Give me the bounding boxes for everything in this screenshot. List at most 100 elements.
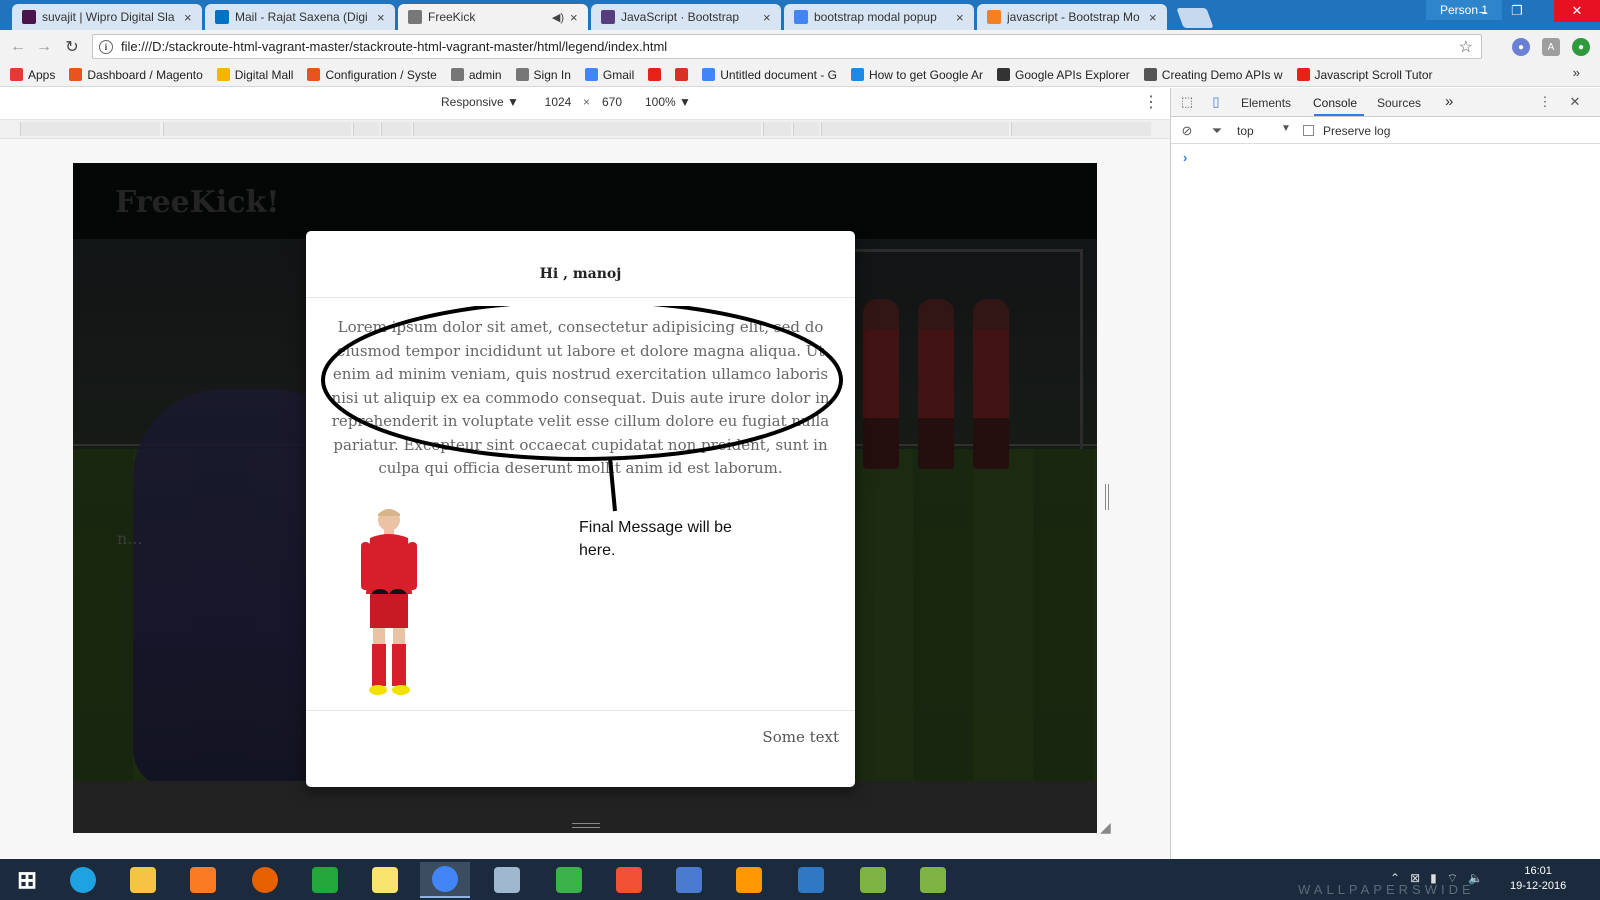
bookmark-star-icon[interactable]: ☆	[1459, 37, 1473, 57]
close-tab-icon[interactable]: ×	[763, 10, 773, 25]
minimize-button[interactable]: –	[1466, 0, 1500, 22]
tab-elements[interactable]: Elements	[1241, 96, 1291, 110]
bookmark-item[interactable]	[648, 68, 662, 81]
new-tab-button[interactable]	[1176, 8, 1214, 28]
audio-playing-icon[interactable]: ◀)	[552, 11, 564, 24]
resize-handle-bottom[interactable]	[572, 823, 600, 828]
devtools-menu-icon[interactable]: ⋮	[1537, 94, 1553, 110]
stackoverflow-icon	[987, 10, 1001, 24]
tab-title: FreeKick	[428, 10, 476, 24]
context-dropdown-icon[interactable]: ▼	[1281, 123, 1291, 134]
extension-icon[interactable]: A	[1542, 38, 1560, 56]
taskbar-app[interactable]	[604, 862, 654, 898]
context-selector[interactable]: top	[1237, 124, 1254, 138]
git-icon	[616, 867, 642, 893]
bookmark-item[interactable]: How to get Google Ar	[850, 67, 984, 82]
device-toggle-icon[interactable]: ▯	[1208, 94, 1224, 110]
more-bookmarks-icon[interactable]: »	[1573, 65, 1580, 80]
close-tab-icon[interactable]: ×	[956, 10, 966, 25]
filter-icon[interactable]: ⏷	[1209, 123, 1225, 139]
bookmark-item[interactable]: Google APIs Explorer	[997, 68, 1130, 82]
modal-body: Lorem ipsum dolor sit amet, consectetur …	[306, 298, 855, 710]
clock-time: 16:01	[1524, 865, 1552, 877]
bookmark-item[interactable]	[675, 68, 689, 81]
media-query-bar[interactable]	[0, 119, 1170, 139]
restore-button[interactable]: ❐	[1500, 0, 1534, 22]
reload-icon[interactable]: ↻	[62, 37, 82, 57]
bookmark-item[interactable]: Configuration / Syste	[307, 68, 437, 82]
active-tab-indicator	[1314, 114, 1364, 116]
viewport-height-input[interactable]: 670	[594, 93, 630, 111]
bookmark-item[interactable]: Untitled document - G	[702, 68, 837, 82]
taskbar-app[interactable]	[664, 862, 714, 898]
clear-console-icon[interactable]: ⊘	[1179, 123, 1195, 139]
clock[interactable]: 16:01 19-12-2016	[1510, 864, 1566, 894]
taskbar-app[interactable]	[848, 862, 898, 898]
taskbar-app[interactable]	[240, 862, 290, 898]
bookmark-label: Apps	[28, 67, 56, 82]
close-tab-icon[interactable]: ×	[1149, 10, 1159, 25]
more-tabs-icon[interactable]: »	[1445, 93, 1453, 110]
apps-grid-icon	[10, 68, 23, 81]
taskbar-app[interactable]	[420, 862, 470, 898]
taskbar-app[interactable]	[544, 862, 594, 898]
close-tab-icon[interactable]: ×	[184, 10, 194, 25]
devtools-panel: ⬚ ▯ Elements Console Sources » ⋮ ✕ ⊘ ⏷ t…	[1170, 88, 1600, 859]
bookmark-item[interactable]: Creating Demo APIs w	[1143, 67, 1283, 82]
bookmark-item[interactable]: admin	[450, 68, 502, 82]
console-prompt[interactable]: ›	[1183, 150, 1187, 165]
extension-icon[interactable]: ●	[1572, 38, 1590, 56]
modal-footer-text: Some text	[762, 728, 839, 746]
windows-start-icon: ⊞	[16, 866, 38, 894]
info-icon[interactable]: i	[99, 39, 113, 54]
bookmark-label: How to get Google Ar	[868, 67, 984, 82]
bookmark-item[interactable]: Apps	[10, 68, 55, 82]
forward-arrow-icon[interactable]: →	[34, 37, 54, 57]
bookmark-item[interactable]: Dashboard / Magento	[69, 68, 203, 82]
taskbar-app[interactable]	[178, 862, 228, 898]
extension-icon[interactable]: ●	[1512, 38, 1530, 56]
bookmark-label: Sign In	[533, 67, 571, 82]
device-menu-icon[interactable]: ⋮	[1143, 92, 1159, 112]
tab-console[interactable]: Console	[1313, 96, 1357, 110]
browser-tab[interactable]: Mail - Rajat Saxena (Digi ×	[205, 4, 395, 30]
address-bar[interactable]: i file:///D:/stackroute-html-vagrant-mas…	[92, 34, 1482, 59]
taskbar-app[interactable]	[786, 862, 836, 898]
close-devtools-icon[interactable]: ✕	[1567, 94, 1583, 110]
taskbar-app[interactable]	[360, 862, 410, 898]
device-viewport: FreeKick! n... Hi , manoj Lorem ipsum do…	[0, 139, 1170, 859]
browser-tab[interactable]: javascript - Bootstrap Mo ×	[977, 4, 1167, 30]
close-tab-icon[interactable]: ×	[570, 10, 580, 25]
bookmark-item[interactable]: Digital Mall	[216, 68, 293, 82]
taskbar-app[interactable]	[482, 862, 532, 898]
bookmark-item[interactable]: Javascript Scroll Tutor	[1296, 68, 1433, 82]
taskbar-app[interactable]	[118, 862, 168, 898]
taskbar-app[interactable]	[908, 862, 958, 898]
responsive-dropdown[interactable]: Responsive ▼	[441, 95, 519, 109]
close-window-button[interactable]: ✕	[1554, 0, 1600, 22]
browser-tab[interactable]: JavaScript · Bootstrap ×	[591, 4, 781, 30]
taskbar-app[interactable]	[724, 862, 774, 898]
bookmark-label: Creating Demo APIs w	[1161, 67, 1283, 82]
browser-tab[interactable]: FreeKick ◀) ×	[398, 4, 588, 30]
close-tab-icon[interactable]: ×	[377, 10, 387, 25]
taskbar-app[interactable]	[300, 862, 350, 898]
browser-tab[interactable]: suvajit | Wipro Digital Sla ×	[12, 4, 202, 30]
zoom-dropdown[interactable]: 100% ▼	[645, 95, 691, 109]
magento-icon	[307, 68, 321, 81]
bookmark-item[interactable]: Sign In	[515, 67, 571, 82]
xampp-icon	[190, 867, 216, 893]
browser-tab[interactable]: bootstrap modal popup ×	[784, 4, 974, 30]
bookmark-item[interactable]: Gmail	[584, 68, 634, 82]
viewport-width-input[interactable]: 1024	[540, 93, 576, 111]
inspect-element-icon[interactable]: ⬚	[1179, 94, 1195, 110]
google-icon	[584, 68, 598, 81]
taskbar-app[interactable]: ⊞	[2, 862, 52, 898]
resize-handle-right[interactable]	[1105, 484, 1109, 510]
tab-sources[interactable]: Sources	[1377, 96, 1421, 110]
sticky-notes-icon	[372, 867, 398, 893]
resize-corner-icon[interactable]: ◢	[1100, 819, 1111, 836]
taskbar-app[interactable]	[58, 862, 108, 898]
back-arrow-icon[interactable]: ←	[8, 37, 28, 57]
preserve-log-checkbox[interactable]	[1303, 125, 1314, 136]
